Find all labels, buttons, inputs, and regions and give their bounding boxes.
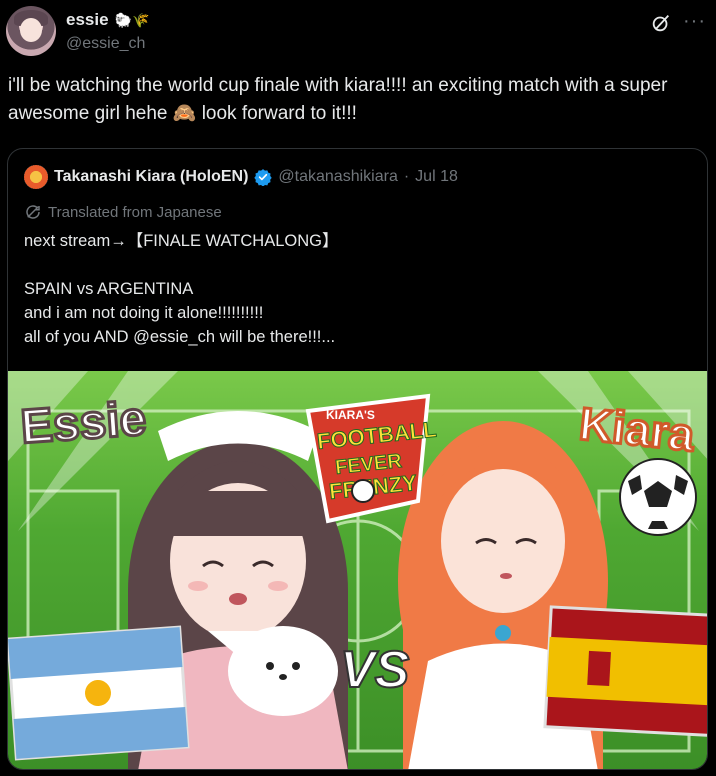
- quote-header: Takanashi Kiara (HoloEN) @takanashikiara…: [24, 165, 458, 189]
- author-name-row[interactable]: essie 🐑🌾: [66, 10, 149, 30]
- right-name-label: Kiara: [577, 397, 697, 461]
- verified-badge-icon: [254, 169, 273, 186]
- quote-tweet-card[interactable]: Takanashi Kiara (HoloEN) @takanashikiara…: [7, 148, 708, 770]
- tweet-header: essie 🐑🌾 @essie_ch ···: [6, 6, 716, 56]
- argentina-flag: [8, 625, 190, 761]
- author-handle[interactable]: @essie_ch: [66, 35, 145, 53]
- logo-top-text: KIARA'S: [326, 408, 375, 422]
- avatar[interactable]: [6, 6, 56, 56]
- tweet-text: i'll be watching the world cup finale wi…: [8, 75, 668, 124]
- vs-label: VS: [340, 641, 410, 699]
- soccer-ball-icon: [619, 458, 697, 536]
- quote-separator: ·: [403, 168, 410, 185]
- quote-handle[interactable]: @takanashikiara: [278, 168, 397, 186]
- author-name-emojis: 🐑🌾: [114, 11, 150, 28]
- quote-media-image[interactable]: Essie Kiara KIARA'S FOOTBALL FEVER FRENZ…: [8, 371, 707, 769]
- translated-indicator: Translated from Japanese: [24, 203, 222, 221]
- author-display-name[interactable]: essie: [66, 10, 109, 30]
- more-icon[interactable]: ···: [683, 10, 706, 33]
- event-logo: KIARA'S FOOTBALL FEVER FRENZY: [305, 393, 438, 524]
- quote-display-name[interactable]: Takanashi Kiara (HoloEN): [54, 168, 248, 186]
- quote-avatar[interactable]: [24, 165, 48, 189]
- translate-icon: [26, 205, 40, 219]
- translated-label: Translated from Japanese: [48, 203, 222, 221]
- quote-date[interactable]: Jul 18: [415, 168, 458, 186]
- left-name-label: Essie: [19, 392, 148, 454]
- spain-flag: [543, 605, 707, 737]
- quote-text: next stream→【FINALE WATCHALONG】 SPAIN vs…: [24, 232, 339, 346]
- grok-icon[interactable]: [650, 12, 672, 34]
